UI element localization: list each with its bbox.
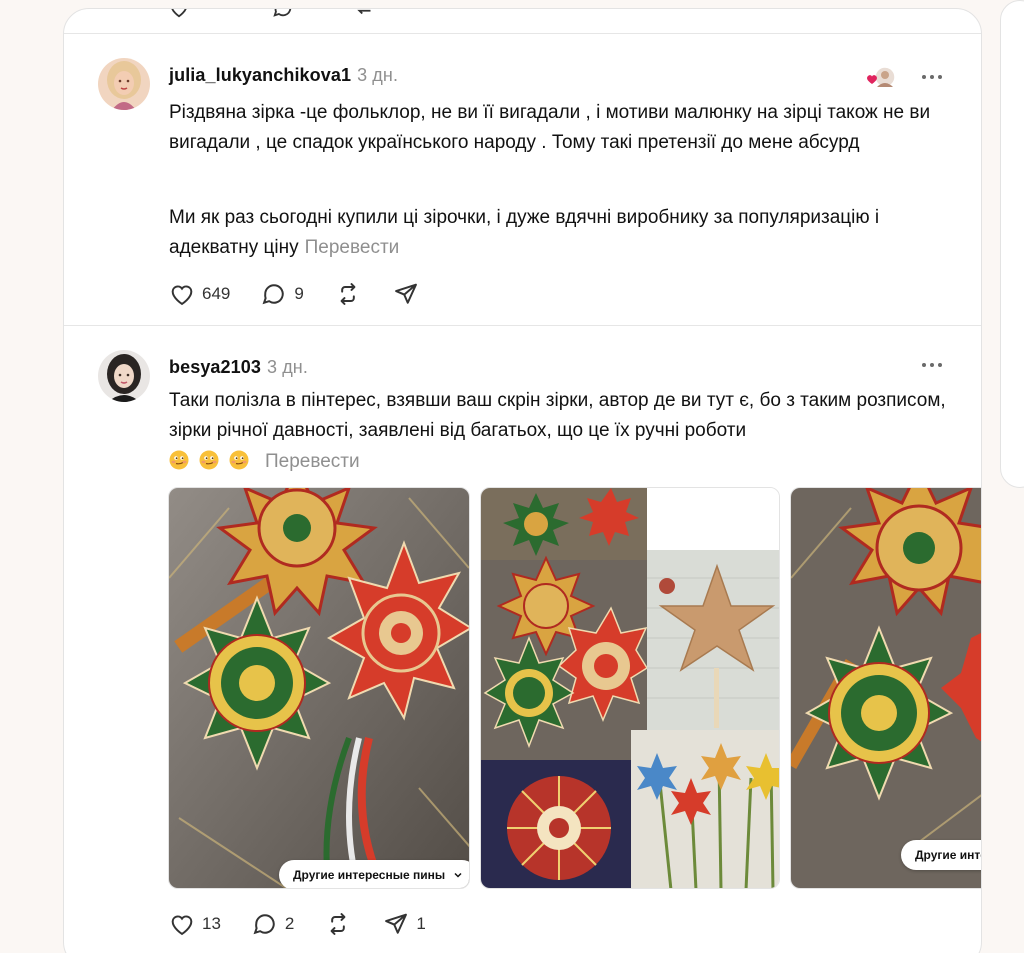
username[interactable]: besya2103 [169,357,261,377]
share-count: 1 [416,914,426,933]
repost-button[interactable] [334,280,362,308]
speech-bubble-icon [253,914,275,935]
reply-button[interactable]: 9 [260,280,304,308]
username[interactable]: julia_lukyanchikova1 [169,65,351,85]
image-gallery[interactable]: Другие интересные пины Другие инт [168,487,981,889]
post-text-emoji-line: Перевести [169,447,959,477]
like-count: 13 [202,914,221,933]
reply-post: julia_lukyanchikova1 3 дн. Різдвяна зірка… [64,33,981,325]
reply-count: 9 [294,284,304,303]
heart-icon [171,285,193,306]
share-button[interactable]: 1 [382,910,426,938]
heart-icon[interactable] [168,8,190,19]
liked-by-author-badge [864,66,898,89]
more-pins-button[interactable]: Другие интересные пины [279,860,469,888]
more-pins-button[interactable]: Другие интере [901,840,981,870]
more-dots-icon[interactable] [919,355,945,375]
share-button[interactable] [392,280,420,308]
post-text-body: Ми як раз сьогодні купили ці зірочки, і … [169,207,880,258]
attached-image[interactable]: Другие интере [790,487,981,889]
attached-image[interactable]: Другие интересные пины [168,487,470,889]
repost-button[interactable] [324,910,352,938]
more-pins-label: Другие интере [915,848,981,862]
chevron-down-icon [454,872,462,878]
like-button[interactable]: 13 [168,910,221,938]
speech-bubble-icon [262,284,285,305]
post-text-2: Ми як раз сьогодні купили ці зірочки, і … [169,203,959,263]
reply-count: 2 [284,914,295,933]
smirk-emoji-icon [199,450,219,470]
reply-post: besya2103 3 дн. Таки полізла в пінтерес, … [64,325,981,953]
speech-bubble-icon[interactable] [272,8,294,19]
timestamp[interactable]: 3 дн. [357,65,398,85]
more-dots-icon[interactable] [919,67,945,87]
post-header: julia_lukyanchikova1 3 дн. [169,65,398,86]
repost-icon [330,913,346,935]
translate-link[interactable]: Перевести [305,237,400,258]
reply-button[interactable]: 2 [251,910,294,938]
smirk-emoji-icon [169,450,189,470]
post-header: besya2103 3 дн. [169,357,308,378]
post-text: Різдвяна зірка -це фольклор, не ви її ви… [169,102,931,153]
attached-image[interactable] [480,487,780,889]
post-text: Таки полізла в пінтерес, взявши ваш скрі… [169,390,946,441]
more-pins-label: Другие интересные пины [293,868,446,882]
avatar[interactable] [98,58,150,110]
avatar[interactable] [98,350,150,402]
action-bar: 649 9 [168,280,450,308]
paper-plane-icon [394,283,417,304]
paper-plane-icon [385,913,408,934]
like-button[interactable]: 649 [168,280,230,308]
action-bar: 13 2 1 [168,910,456,938]
previous-post-actions [64,8,981,27]
translate-link[interactable]: Перевести [265,451,360,472]
timestamp[interactable]: 3 дн. [267,357,308,377]
side-panel [1000,0,1024,488]
repost-icon [340,283,356,305]
repost-icon[interactable] [354,8,376,19]
heart-icon [171,915,193,936]
replies-feed: julia_lukyanchikova1 3 дн. Різдвяна зірка… [63,8,982,953]
like-count: 649 [202,284,231,303]
smirk-emoji-icon [229,450,249,470]
